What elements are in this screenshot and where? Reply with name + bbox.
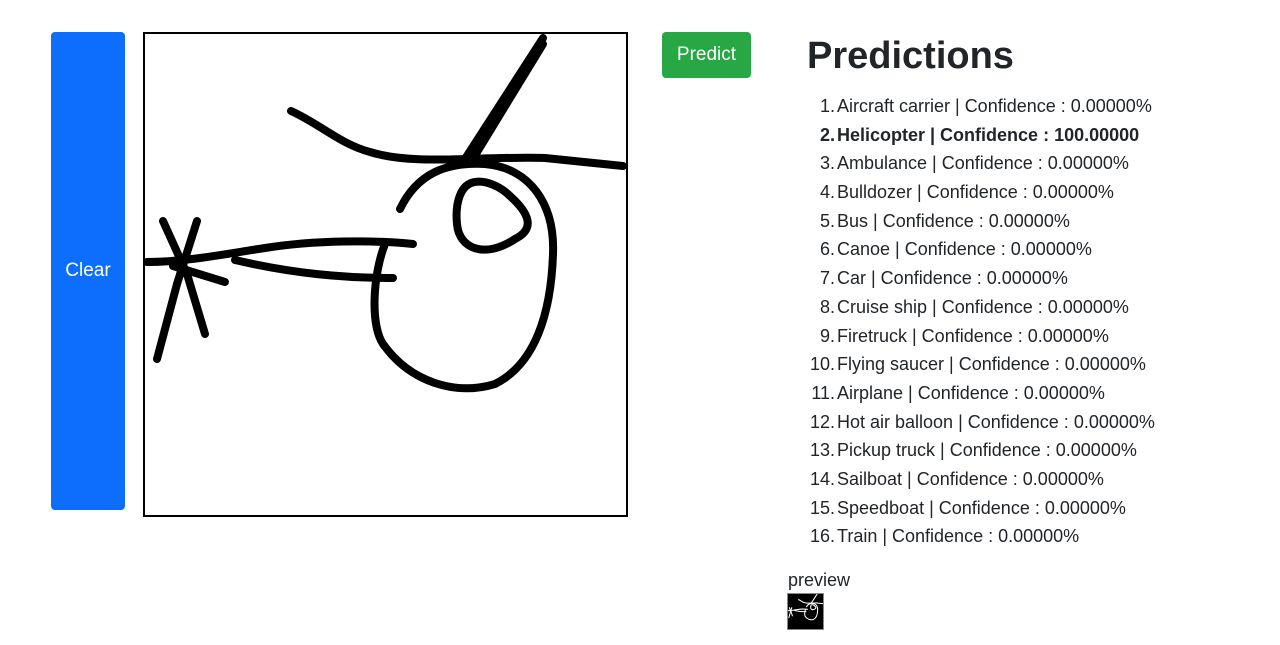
clear-button[interactable]: Clear (51, 32, 125, 510)
prediction-item: 1. Aircraft carrier | Confidence : 0.0000… (819, 96, 1152, 116)
prediction-item: 12. Hot air balloon | Confidence : 0.0000… (809, 411, 1155, 432)
prediction-item: 10. Flying saucer | Confidence : 0.00000% (809, 354, 1146, 375)
preview-image (787, 593, 824, 630)
predictions-panel: Predictions 1. Aircraft carrier | Confide… (807, 30, 1267, 551)
mast-stroke-2 (467, 40, 547, 166)
prediction-item: 13. Pickup truck | Confidence : 0.00000% (809, 440, 1137, 461)
predictions-title: Predictions (807, 35, 1014, 77)
prediction-item: 11. Airplane | Confidence : 0.00000% (811, 382, 1105, 403)
window-stroke (452, 177, 532, 254)
tail-boom-bottom (231, 256, 397, 282)
drawing-strokes (145, 34, 626, 393)
prediction-item: 14. Sailboat | Confidence : 0.00000% (809, 468, 1104, 489)
rotor-stroke (287, 107, 626, 170)
prediction-item: 15. Speedboat | Confidence : 0.00000% (809, 497, 1126, 518)
prediction-item: 16. Train | Confidence : 0.00000% (809, 526, 1080, 547)
prediction-item: 4. Bulldozer | Confidence : 0.00000% (819, 182, 1114, 203)
app-root: Clear Predict Predictions 1. Aircraft car… (0, 0, 1280, 645)
preview-strokes (788, 594, 823, 621)
prediction-item: 8. Cruise ship | Confidence : 0.00000% (819, 296, 1129, 317)
prediction-item: 9. Firetruck | Confidence : 0.00000% (819, 325, 1109, 346)
preview-section: preview (787, 568, 851, 630)
prediction-item-top: 2. Helicopter | Confidence : 100.00000 (819, 124, 1140, 145)
prediction-item: 7. Car | Confidence : 0.00000% (819, 268, 1068, 289)
predictions-list: 1. Aircraft carrier | Confidence : 0.0000… (807, 92, 1267, 551)
predict-button[interactable]: Predict (662, 32, 751, 78)
prediction-item: 5. Bus | Confidence : 0.00000% (819, 210, 1070, 231)
body-stroke (370, 159, 558, 393)
prediction-item: 6. Canoe | Confidence : 0.00000% (819, 239, 1092, 260)
drawing-canvas[interactable] (143, 32, 628, 517)
preview-label: preview (788, 570, 851, 590)
prediction-item: 3. Ambulance | Confidence : 0.00000% (819, 153, 1129, 174)
